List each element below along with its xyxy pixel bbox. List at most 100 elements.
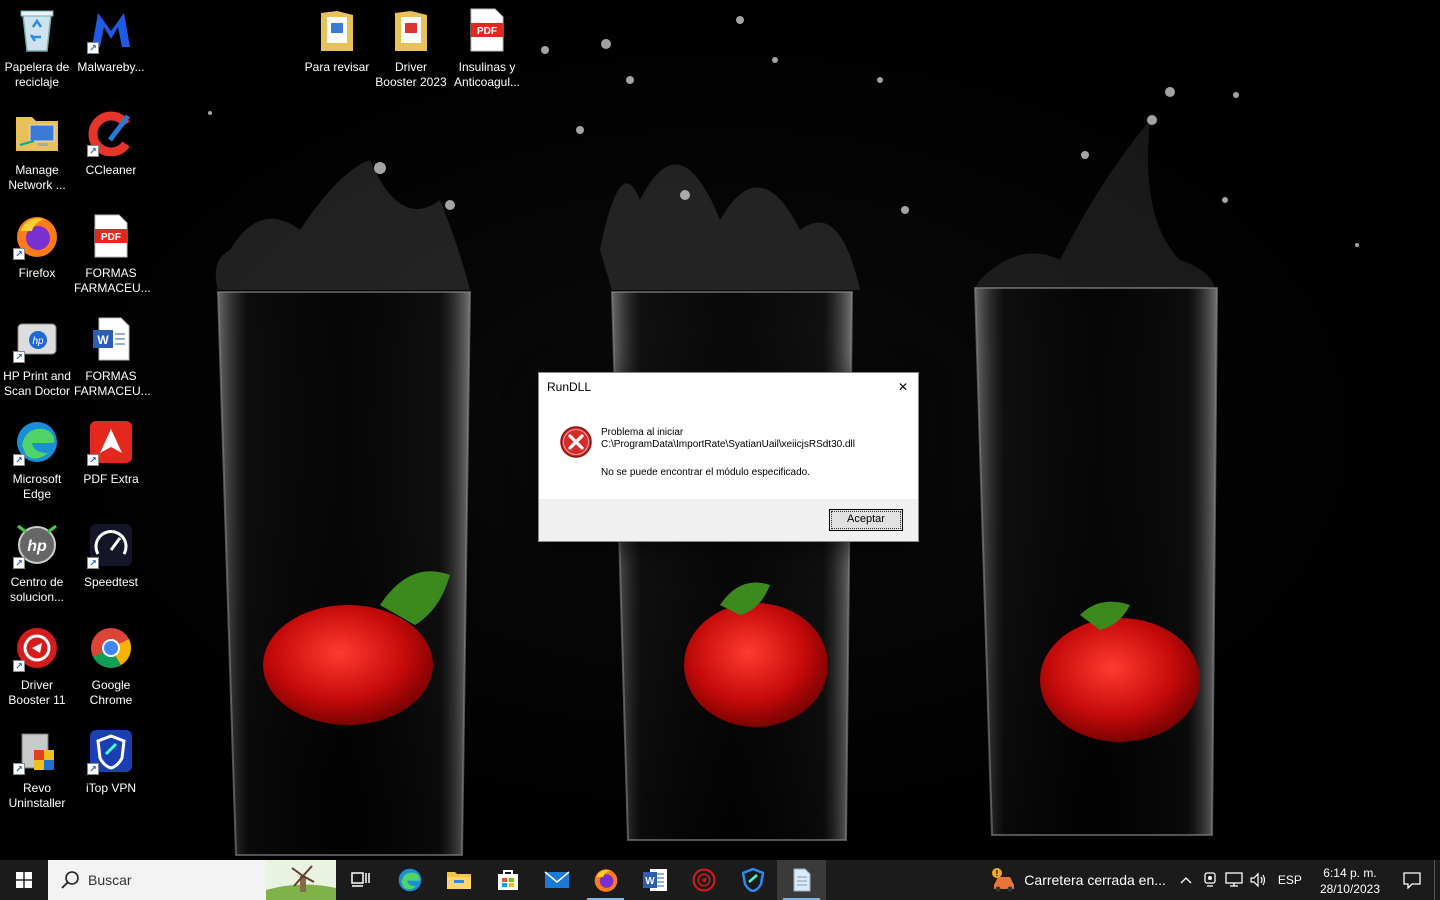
taskbar-task-view[interactable] [336, 860, 385, 900]
volume-button[interactable] [1246, 860, 1270, 900]
desktop-icon-label: Insulinas y Anticoagul... [453, 60, 521, 89]
rundll-error-dialog: RunDLL ✕ Problema al iniciar C:\ProgramD… [538, 372, 919, 542]
folder-icon [387, 6, 435, 54]
ccleaner-icon: ↗ [87, 109, 135, 157]
pdf-file-icon: PDF [87, 212, 135, 260]
driver-booster-icon: ↗ [13, 624, 61, 672]
close-button[interactable]: ✕ [888, 373, 918, 401]
input-language-indicator[interactable]: ESP [1278, 873, 1302, 887]
show-hidden-icons-button[interactable] [1174, 860, 1198, 900]
desktop-icon-formas-word[interactable]: W FORMAS FARMACEU... [74, 315, 151, 411]
meet-now-button[interactable] [1198, 860, 1222, 900]
windows-logo-icon [16, 872, 32, 888]
webcam-icon [1204, 872, 1216, 887]
error-icon [560, 426, 592, 458]
svg-text:PDF: PDF [477, 26, 497, 37]
desktop-icon-insulinas-pdf[interactable]: PDF Insulinas y Anticoagul... [450, 6, 524, 102]
shortcut-arrow-icon: ↗ [13, 763, 25, 775]
desktop-icon-firefox[interactable]: ↗ Firefox [0, 212, 74, 308]
desktop-icon-label: Papelera de reciclaje [4, 60, 70, 89]
clock[interactable]: 6:14 p. m. 28/10/2023 [1310, 865, 1390, 897]
desktop-icon-label: Driver Booster 11 [8, 678, 66, 707]
desktop-icon-hp-print-scan-doctor[interactable]: hp ↗ HP Print and Scan Doctor [0, 315, 74, 411]
ok-button[interactable]: Aceptar [829, 509, 903, 531]
taskbar-driver-booster[interactable] [679, 860, 728, 900]
taskbar-firefox[interactable] [581, 860, 630, 900]
svg-text:!: ! [996, 869, 999, 878]
desktop-icon-ccleaner[interactable]: ↗ CCleaner [74, 109, 148, 205]
shortcut-arrow-icon: ↗ [13, 351, 25, 363]
network-button[interactable] [1222, 860, 1246, 900]
task-view-icon [350, 872, 370, 887]
desktop-icon-manage-network[interactable]: Manage Network ... [0, 109, 74, 205]
taskbar-notepad[interactable] [777, 860, 826, 900]
shortcut-arrow-icon: ↗ [13, 557, 25, 569]
desktop-icon-pdf-extra[interactable]: ↗ PDF Extra [74, 418, 148, 514]
desktop-icon-label: Firefox [18, 266, 56, 280]
shortcut-arrow-icon: ↗ [87, 454, 99, 466]
taskbar-itop-vpn[interactable] [728, 860, 777, 900]
desktop-icon-para-revisar[interactable]: Para revisar [300, 6, 374, 102]
desktop-icon-revo-uninstaller[interactable]: ↗ Revo Uninstaller [0, 727, 74, 823]
desktop-icon-recycle-bin[interactable]: Papelera de reciclaje [0, 6, 74, 102]
search-icon [61, 871, 79, 889]
taskbar-file-explorer[interactable] [434, 860, 483, 900]
edge-icon: ↗ [13, 418, 61, 466]
dialog-titlebar[interactable]: RunDLL ✕ [539, 373, 918, 401]
start-button[interactable] [0, 860, 48, 900]
taskbar-edge[interactable] [385, 860, 434, 900]
desktop-icon-label: Malwareby... [77, 60, 145, 74]
recycle-bin-icon [13, 6, 61, 54]
desktop-icon-google-chrome[interactable]: Google Chrome [74, 624, 148, 720]
taskbar-store[interactable] [483, 860, 532, 900]
shortcut-arrow-icon: ↗ [87, 42, 99, 54]
revo-uninstaller-icon: ↗ [13, 727, 61, 775]
desktop-icon-itop-vpn[interactable]: ↗ iTop VPN [74, 727, 148, 823]
system-tray: ! Carretera cerrada en... ESP 6:14 p. m.… [982, 860, 1440, 900]
itop-vpn-icon: ↗ [87, 727, 135, 775]
desktop-icon-label: Driver Booster 2023 [375, 60, 447, 89]
desktop-icon-label: Manage Network ... [8, 163, 66, 192]
notification-center-button[interactable] [1390, 860, 1434, 900]
svg-text:W: W [97, 333, 109, 347]
notepad-icon [793, 868, 810, 892]
show-desktop-button[interactable] [1434, 860, 1440, 900]
chrome-icon [87, 624, 135, 672]
chevron-up-icon [1180, 877, 1192, 884]
desktop-icon-label: Speedtest [83, 575, 139, 589]
malwarebytes-icon: ↗ [87, 6, 135, 54]
desktop-icon-malwarebytes[interactable]: ↗ Malwareby... [74, 6, 148, 102]
taskbar-search-box[interactable] [48, 860, 336, 900]
itop-vpn-icon [741, 868, 764, 892]
pdf-file-icon: PDF [463, 6, 511, 54]
news-headline: Carretera cerrada en... [1024, 872, 1166, 888]
network-icon [1225, 872, 1243, 887]
shortcut-arrow-icon: ↗ [13, 454, 25, 466]
desktop-icon-formas-pdf[interactable]: PDF FORMAS FARMACEU... [74, 212, 151, 308]
shortcut-arrow-icon: ↗ [13, 248, 25, 260]
desktop-icon-label: CCleaner [85, 163, 137, 177]
desktop-icon-speedtest[interactable]: ↗ Speedtest [74, 521, 148, 617]
network-folder-icon [13, 109, 61, 157]
taskbar-mail[interactable] [532, 860, 581, 900]
speedtest-icon: ↗ [87, 521, 135, 569]
taskbar-word[interactable]: W [630, 860, 679, 900]
shortcut-arrow-icon: ↗ [13, 660, 25, 672]
desktop-icon-driver-booster-11[interactable]: ↗ Driver Booster 11 [0, 624, 74, 720]
clock-time: 6:14 p. m. [1323, 866, 1377, 880]
speaker-icon [1250, 872, 1266, 888]
word-icon: W [642, 869, 667, 891]
news-widget[interactable]: ! Carretera cerrada en... [982, 860, 1174, 900]
search-input[interactable] [88, 872, 258, 888]
traffic-warning-icon: ! [992, 868, 1015, 892]
desktop-icon-label: iTop VPN [85, 781, 137, 795]
desktop-icon-driver-booster-2023[interactable]: Driver Booster 2023 [374, 6, 448, 102]
dialog-title: RunDLL [547, 380, 592, 394]
mail-icon [544, 871, 569, 888]
search-highlight-windmill-icon [266, 860, 336, 900]
folder-icon [313, 6, 361, 54]
desktop-icon-microsoft-edge[interactable]: ↗ Microsoft Edge [0, 418, 74, 514]
shortcut-arrow-icon: ↗ [87, 763, 99, 775]
desktop-icon-label: HP Print and Scan Doctor [3, 369, 71, 398]
desktop-icon-hp-solution-center[interactable]: hp ↗ Centro de solucion... [0, 521, 74, 617]
